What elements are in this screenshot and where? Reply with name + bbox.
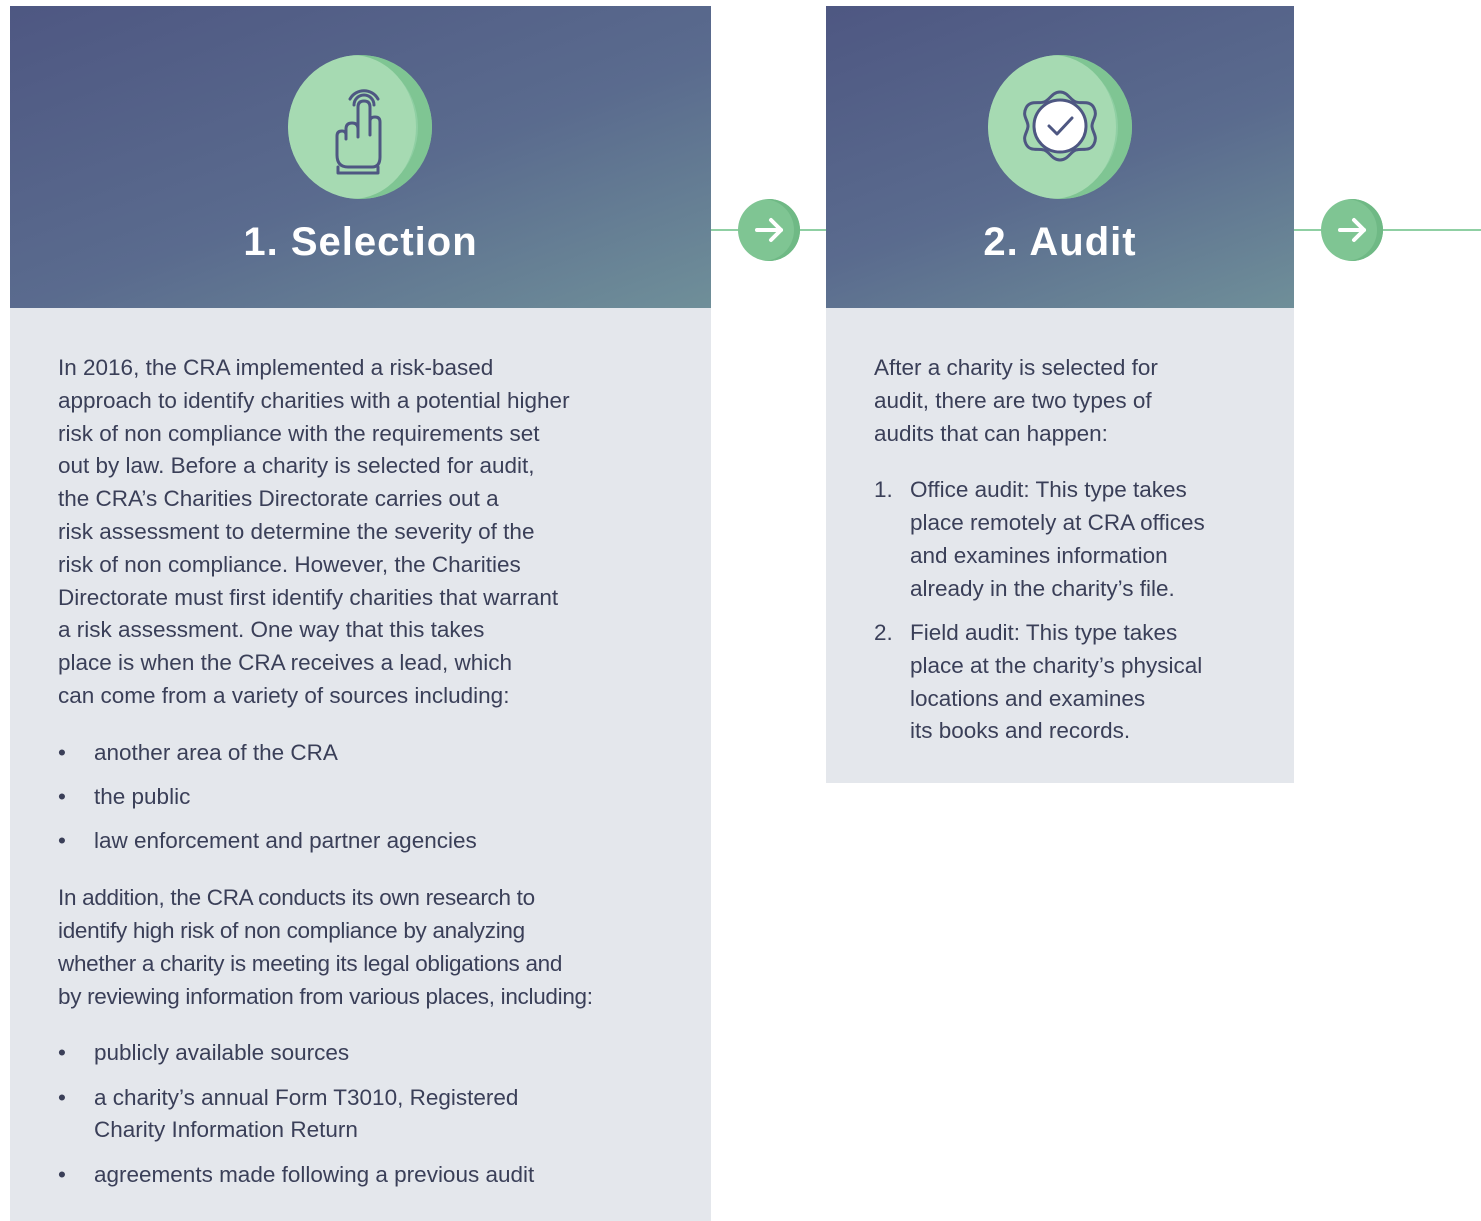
text-line: locations and examines [910, 685, 1146, 711]
text-line: audit, there are two types of [874, 387, 1152, 413]
text-line: place is when the CRA receives a lead, w… [58, 650, 512, 676]
list-item: • law enforcement and partner agencies [58, 825, 663, 858]
list-item-text: Field audit: This type takes place at th… [874, 617, 1246, 748]
text-line: out by law. Before a charity is selected… [58, 453, 535, 479]
research-sources-list: • publicly available sources • a charity’s… [58, 1037, 663, 1191]
text-line: whether a charity is meeting its legal o… [58, 950, 563, 976]
step-body-selection: In 2016, the CRA implemented a risk-base… [10, 308, 711, 1221]
bullet-marker: • [58, 1040, 66, 1066]
text-line: by reviewing information from various pl… [58, 983, 593, 1009]
text-line: After a charity is selected for [874, 355, 1158, 380]
text-line: can come from a variety of sources inclu… [58, 682, 510, 708]
list-item-text: the public [94, 784, 191, 810]
text-line: and examines information [910, 542, 1168, 568]
text-line: Charity Information Return [94, 1117, 358, 1143]
text-line: place remotely at CRA offices [910, 510, 1205, 536]
text-line: In addition, the CRA conducts its own re… [58, 885, 535, 911]
text-line: its books and records. [910, 718, 1131, 744]
step-title: 2. Audit [983, 220, 1137, 264]
text-line: risk of non compliance. However, the Cha… [58, 551, 521, 577]
arrow-right-icon [1321, 199, 1383, 261]
bullet-marker: • [58, 1084, 66, 1110]
list-item: • publicly available sources [58, 1037, 663, 1070]
list-item: • another area of the CRA [58, 737, 663, 770]
list-item-text: publicly available sources [94, 1040, 350, 1066]
list-item-text: law enforcement and partner agencies [94, 828, 477, 854]
list-item-text: a charity’s annual Form T3010, Registere… [58, 1082, 663, 1148]
text-line: the CRA’s Charities Directorate carries … [58, 486, 499, 512]
arrow-right-icon [738, 199, 800, 261]
list-item: • the public [58, 781, 663, 814]
list-item-text: agreements made following a previous aud… [94, 1161, 535, 1187]
list-item-text: Office audit: This type takes place remo… [874, 474, 1246, 605]
text-line: a risk assessment. One way that this tak… [58, 617, 485, 643]
step-body-audit: After a charity is selected for audit, t… [826, 308, 1294, 783]
text-line: In 2016, the CRA implemented a risk-base… [58, 355, 494, 380]
bullet-marker: • [58, 784, 66, 810]
selection-intro: In 2016, the CRA implemented a risk-base… [58, 352, 663, 713]
audit-types-list: 1. Office audit: This type takes place r… [874, 474, 1246, 748]
list-number: 2. [874, 620, 893, 646]
text-line: place at the charity’s physical [910, 652, 1203, 678]
text-line: identify high risk of non compliance by … [58, 917, 525, 943]
step-title: 1. Selection [243, 220, 478, 264]
text-line: audits that can happen: [874, 420, 1108, 446]
audit-intro: After a charity is selected for audit, t… [874, 352, 1246, 450]
text-line: Field audit: This type takes [910, 620, 1178, 646]
list-number: 1. [874, 477, 893, 503]
text-line: approach to identify charities with a po… [58, 387, 570, 413]
research-intro: In addition, the CRA conducts its own re… [58, 882, 663, 1013]
list-item-text: another area of the CRA [94, 739, 338, 765]
list-item: • a charity’s annual Form T3010, Register… [58, 1082, 663, 1148]
lead-sources-list: • another area of the CRA • the public • la… [58, 737, 663, 858]
verified-badge-icon [988, 55, 1132, 199]
list-item: 2. Field audit: This type takes place at… [874, 617, 1246, 748]
list-item: 1. Office audit: This type takes place r… [874, 474, 1246, 605]
bullet-marker: • [58, 739, 66, 765]
step-header-audit: 2. Audit [826, 6, 1294, 308]
list-item: • agreements made following a previous au… [58, 1159, 663, 1192]
text-line: risk assessment to determine the severit… [58, 518, 535, 544]
bullet-marker: • [58, 1161, 66, 1187]
text-line: already in the charity’s file. [910, 575, 1175, 601]
bullet-marker: • [58, 828, 66, 854]
text-line: risk of non compliance with the requirem… [58, 420, 540, 446]
text-line: a charity’s annual Form T3010, Registere… [94, 1084, 519, 1110]
text-line: Directorate must first identify charitie… [58, 584, 559, 610]
step-header-selection: 1. Selection [10, 6, 711, 308]
step-card-selection: 1. Selection In 2016, the CRA implemente… [10, 6, 711, 1221]
text-line: Office audit: This type takes [910, 477, 1187, 503]
tap-hand-icon [288, 55, 432, 199]
step-card-audit: 2. Audit After a charity is selected for… [826, 6, 1294, 783]
